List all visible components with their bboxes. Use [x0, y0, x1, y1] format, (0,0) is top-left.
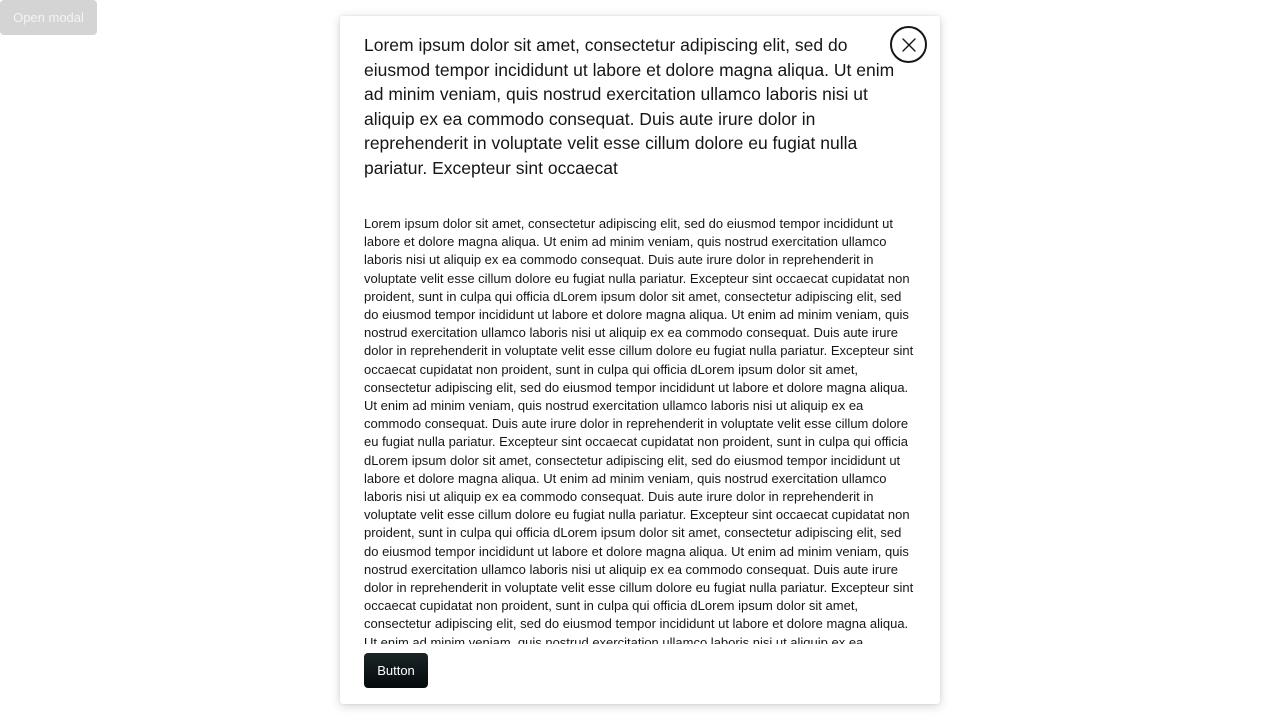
close-button[interactable] — [890, 26, 927, 63]
primary-button[interactable]: Button — [364, 653, 428, 688]
modal-title: Lorem ipsum dolor sit amet, consectetur … — [364, 35, 895, 178]
close-icon — [901, 37, 916, 52]
modal-body[interactable]: Lorem ipsum dolor sit amet, consectetur … — [364, 215, 916, 644]
open-modal-button[interactable]: Open modal — [0, 0, 97, 35]
modal-dialog: Lorem ipsum dolor sit amet, consectetur … — [340, 16, 940, 704]
modal-body-text: Lorem ipsum dolor sit amet, consectetur … — [364, 216, 914, 644]
